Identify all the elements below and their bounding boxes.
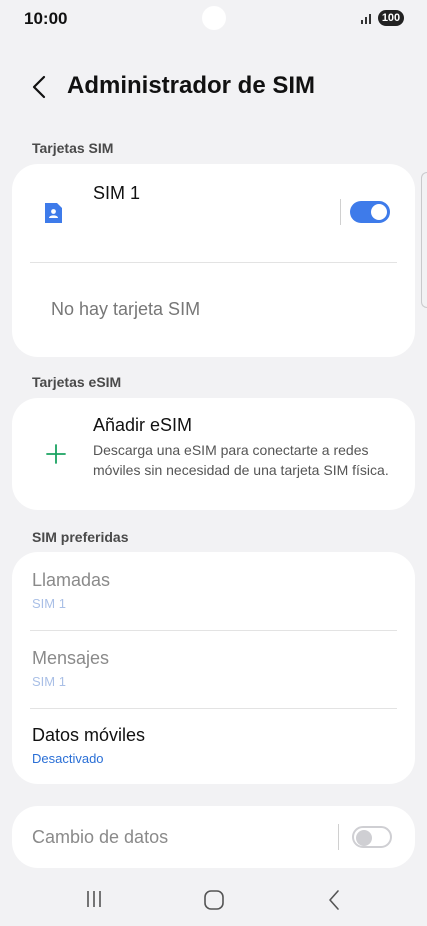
toggle-separator (340, 199, 341, 225)
calls-row: Llamadas SIM 1 (12, 552, 415, 630)
camera-cutout (202, 6, 226, 30)
nav-back-icon[interactable] (326, 889, 342, 911)
messages-value: SIM 1 (32, 674, 66, 689)
signal-icon (361, 14, 371, 24)
section-esim-cards: Tarjetas eSIM (32, 374, 122, 390)
recent-apps-icon[interactable] (84, 889, 104, 909)
mobile-data-row[interactable]: Datos móviles Desactivado (12, 708, 415, 784)
mobile-data-label: Datos móviles (32, 725, 146, 745)
page-title: Administrador de SIM (67, 72, 316, 99)
messages-row: Mensajes SIM 1 (12, 630, 415, 708)
section-preferred-sim: SIM preferidas (32, 529, 129, 545)
sim1-row[interactable]: SIM 1 (12, 164, 415, 262)
sim-card-icon (45, 203, 62, 223)
home-icon[interactable] (203, 889, 225, 911)
sim1-toggle[interactable] (350, 201, 390, 223)
messages-label: Mensajes (32, 648, 110, 668)
add-esim-title: Añadir eSIM (93, 415, 193, 435)
section-sim-cards: Tarjetas SIM (32, 140, 114, 156)
navigation-bar (0, 870, 427, 926)
data-switch-card: Cambio de datos (12, 806, 415, 868)
scroll-indicator (421, 172, 427, 308)
back-arrow-icon[interactable] (28, 74, 52, 100)
sim2-empty-label: No hay tarjeta SIM (51, 299, 201, 319)
sim1-name: SIM 1 (93, 183, 141, 203)
calls-label: Llamadas (32, 570, 111, 590)
add-esim-description: Descarga una eSIM para conectarte a rede… (93, 442, 389, 478)
calls-value: SIM 1 (32, 596, 66, 611)
toggle-separator (338, 824, 339, 850)
data-switch-label: Cambio de datos (32, 827, 169, 847)
data-switch-toggle[interactable] (352, 826, 392, 848)
mobile-data-value: Desactivado (32, 751, 104, 766)
preferred-sim-card: Llamadas SIM 1 Mensajes SIM 1 Datos móvi… (12, 552, 415, 784)
sim-cards-card: SIM 1 No hay tarjeta SIM (12, 164, 415, 357)
add-esim-card[interactable]: Añadir eSIM Descarga una eSIM para conec… (12, 398, 415, 510)
divider (30, 262, 397, 263)
status-time: 10:00 (24, 9, 68, 28)
status-bar: 10:00 100 (0, 0, 427, 40)
battery-indicator: 100 (378, 10, 404, 26)
plus-icon (46, 444, 66, 464)
